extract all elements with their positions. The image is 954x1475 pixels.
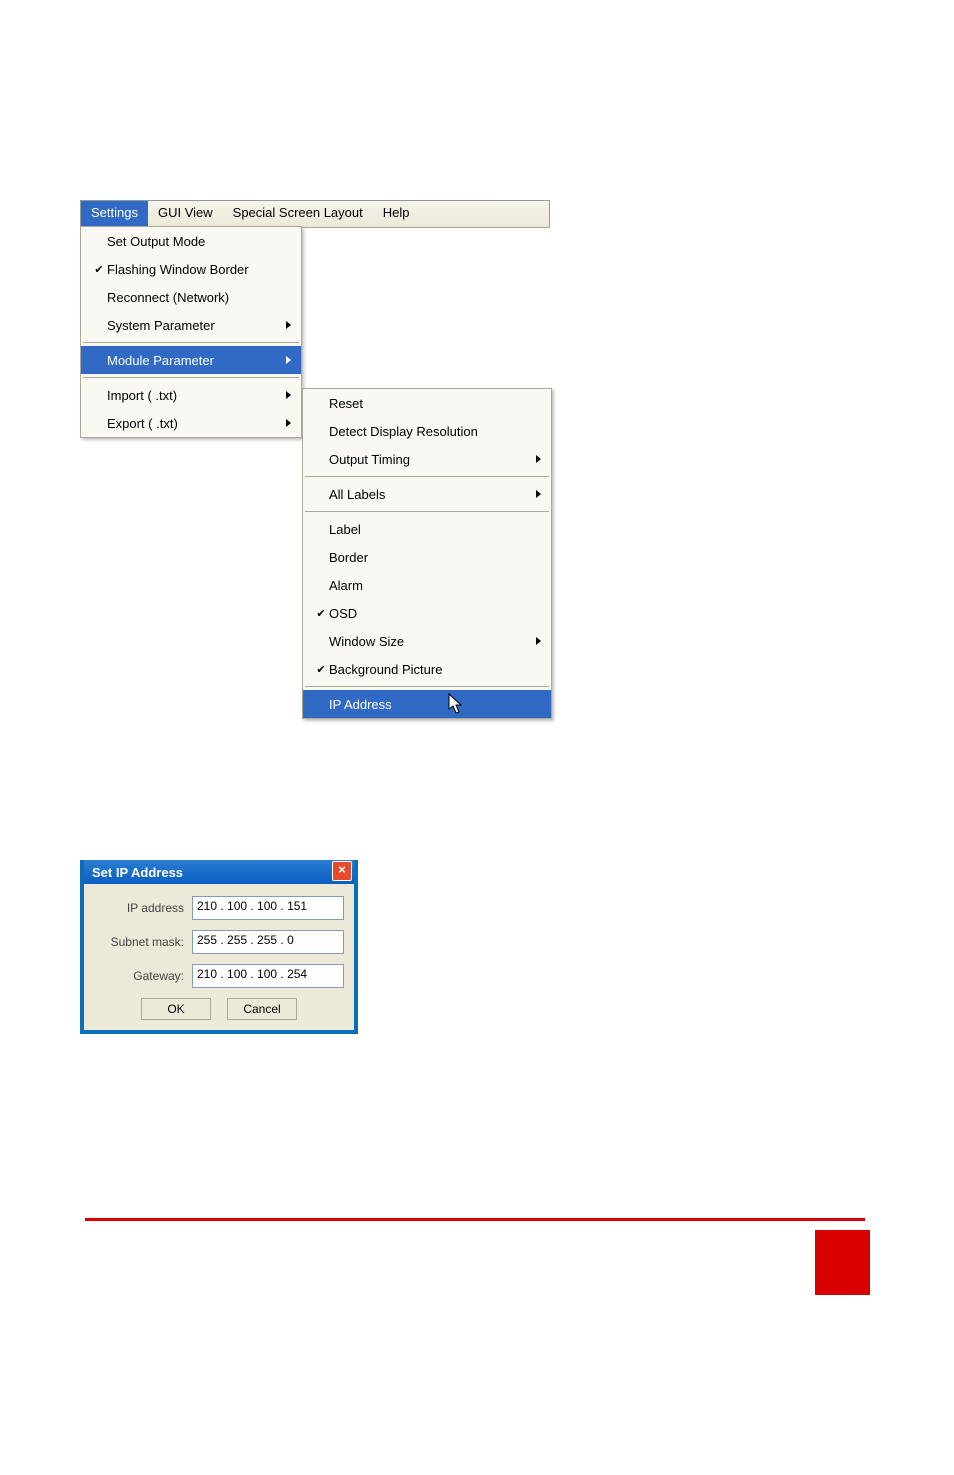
mi-label: Reset xyxy=(329,396,527,411)
mi-label[interactable]: Label xyxy=(303,515,551,543)
mi-label: Module Parameter xyxy=(107,353,277,368)
cancel-button[interactable]: Cancel xyxy=(227,998,297,1020)
mi-label: Window Size xyxy=(329,634,527,649)
check-icon xyxy=(313,663,329,676)
mi-reconnect-network[interactable]: Reconnect (Network) xyxy=(81,283,301,311)
mi-detect-display-resolution[interactable]: Detect Display Resolution xyxy=(303,417,551,445)
mi-reset[interactable]: Reset xyxy=(303,389,551,417)
mi-label: System Parameter xyxy=(107,318,277,333)
submenu-arrow-icon xyxy=(527,455,541,463)
mi-label: Import ( .txt) xyxy=(107,388,277,403)
mi-label: IP Address xyxy=(329,697,527,712)
menu-area: Settings GUI View Special Screen Layout … xyxy=(80,200,550,228)
mi-label: Label xyxy=(329,522,527,537)
dialog-titlebar: Set IP Address × xyxy=(84,860,354,884)
mi-label: Background Picture xyxy=(329,662,527,677)
mi-label: Alarm xyxy=(329,578,527,593)
submenu-arrow-icon xyxy=(277,321,291,329)
mi-border[interactable]: Border xyxy=(303,543,551,571)
mi-export-txt[interactable]: Export ( .txt) xyxy=(81,409,301,437)
settings-dropdown: Set Output Mode Flashing Window Border R… xyxy=(80,226,302,438)
menu-separator xyxy=(83,377,299,378)
row-gateway: Gateway: 210 . 100 . 100 . 254 xyxy=(94,964,344,988)
mi-label: Reconnect (Network) xyxy=(107,290,277,305)
submenu-arrow-icon xyxy=(277,356,291,364)
mi-flashing-window-border[interactable]: Flashing Window Border xyxy=(81,255,301,283)
menu-gui-view[interactable]: GUI View xyxy=(148,201,223,227)
module-parameter-submenu: Reset Detect Display Resolution Output T… xyxy=(302,388,552,719)
mi-label: OSD xyxy=(329,606,527,621)
mi-window-size[interactable]: Window Size xyxy=(303,627,551,655)
submenu-arrow-icon xyxy=(277,419,291,427)
mi-label: All Labels xyxy=(329,487,527,502)
menu-settings[interactable]: Settings xyxy=(81,201,148,227)
menu-help[interactable]: Help xyxy=(373,201,420,227)
check-icon xyxy=(91,263,107,276)
submenu-arrow-icon xyxy=(527,637,541,645)
mi-module-parameter[interactable]: Module Parameter xyxy=(81,346,301,374)
footer-divider xyxy=(85,1218,865,1221)
check-icon xyxy=(313,607,329,620)
mi-all-labels[interactable]: All Labels xyxy=(303,480,551,508)
menu-separator xyxy=(305,686,549,687)
row-ip-address: IP address 210 . 100 . 100 . 151 xyxy=(94,896,344,920)
close-button[interactable]: × xyxy=(332,861,352,881)
dialog-title: Set IP Address xyxy=(92,865,183,880)
mi-import-txt[interactable]: Import ( .txt) xyxy=(81,381,301,409)
mi-output-timing[interactable]: Output Timing xyxy=(303,445,551,473)
mi-background-picture[interactable]: Background Picture xyxy=(303,655,551,683)
mi-ip-address[interactable]: IP Address xyxy=(303,690,551,718)
mi-label: Export ( .txt) xyxy=(107,416,277,431)
label-gateway: Gateway: xyxy=(94,969,192,983)
menu-separator xyxy=(83,342,299,343)
row-subnet-mask: Subnet mask: 255 . 255 . 255 . 0 xyxy=(94,930,344,954)
footer-block xyxy=(815,1230,870,1295)
menu-special-screen-layout[interactable]: Special Screen Layout xyxy=(223,201,373,227)
menu-separator xyxy=(305,476,549,477)
set-ip-address-dialog: Set IP Address × IP address 210 . 100 . … xyxy=(80,860,358,1034)
mi-label: Detect Display Resolution xyxy=(329,424,527,439)
mi-label: Border xyxy=(329,550,527,565)
submenu-arrow-icon xyxy=(277,391,291,399)
mi-system-parameter[interactable]: System Parameter xyxy=(81,311,301,339)
mi-alarm[interactable]: Alarm xyxy=(303,571,551,599)
subnet-mask-field[interactable]: 255 . 255 . 255 . 0 xyxy=(192,930,344,954)
mi-osd[interactable]: OSD xyxy=(303,599,551,627)
mi-label: Set Output Mode xyxy=(107,234,277,249)
mi-label: Output Timing xyxy=(329,452,527,467)
mi-label: Flashing Window Border xyxy=(107,262,277,277)
mi-set-output-mode[interactable]: Set Output Mode xyxy=(81,227,301,255)
menu-separator xyxy=(305,511,549,512)
gateway-field[interactable]: 210 . 100 . 100 . 254 xyxy=(192,964,344,988)
menubar: Settings GUI View Special Screen Layout … xyxy=(80,200,550,228)
submenu-arrow-icon xyxy=(527,490,541,498)
ip-address-field[interactable]: 210 . 100 . 100 . 151 xyxy=(192,896,344,920)
label-subnet-mask: Subnet mask: xyxy=(94,935,192,949)
label-ip-address: IP address xyxy=(94,901,192,915)
ok-button[interactable]: OK xyxy=(141,998,211,1020)
